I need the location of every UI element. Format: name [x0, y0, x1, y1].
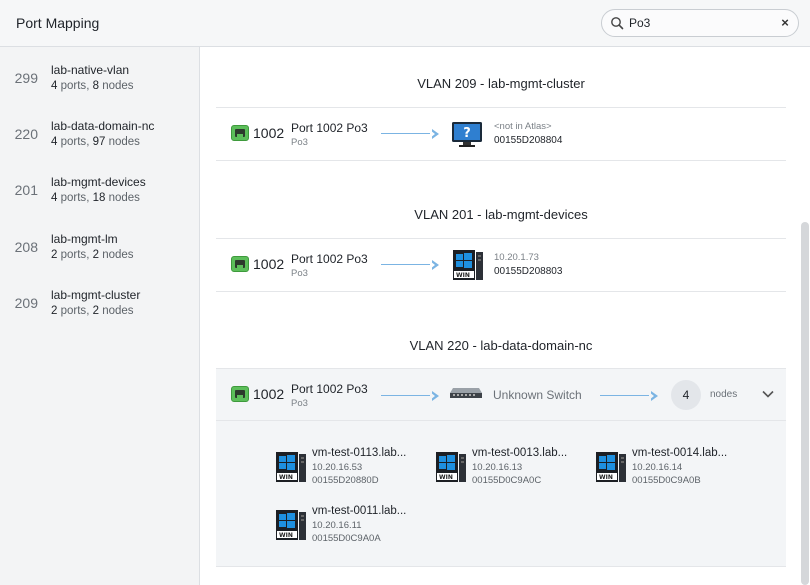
- windows-server-icon: WIN: [276, 510, 306, 540]
- section-title: VLAN 220 - lab-data-domain-nc: [409, 338, 593, 353]
- vlan-name: lab-mgmt-cluster: [51, 288, 141, 302]
- sidebar-item-vlan-209[interactable]: 209 lab-mgmt-cluster 2 ports, 2 nodes: [0, 285, 200, 333]
- vlan-meta: 2 ports, 2 nodes: [51, 249, 134, 261]
- device-ip: 10.20.1.73: [494, 252, 539, 263]
- sidebar-item-vlan-201[interactable]: 201 lab-mgmt-devices 4 ports, 18 nodes: [0, 172, 200, 220]
- chevron-down-icon[interactable]: [761, 387, 775, 401]
- vlan-number: 201: [14, 182, 38, 198]
- sidebar-item-vlan-299[interactable]: 299 lab-native-vlan 4 ports, 8 nodes: [0, 60, 200, 108]
- node-ip: 10.20.16.53: [312, 462, 363, 473]
- node-name: vm-test-0113.lab...: [312, 447, 407, 459]
- svg-text:WIN: WIN: [439, 474, 453, 481]
- port-number: 1002: [253, 125, 285, 141]
- windows-server-icon: WIN: [453, 250, 483, 280]
- vlan-number: 208: [14, 239, 38, 255]
- ethernet-port-icon: [231, 386, 249, 402]
- vlan-meta: 4 ports, 8 nodes: [51, 80, 134, 92]
- port-name: Port 1002 Po3: [291, 252, 368, 266]
- ethernet-port-icon: [231, 125, 249, 141]
- vlan-name: lab-data-domain-nc: [51, 119, 155, 133]
- sidebar-item-vlan-208[interactable]: 208 lab-mgmt-lm 2 ports, 2 nodes: [0, 229, 200, 277]
- node-ip: 10.20.16.11: [312, 520, 362, 531]
- node-mac: 00155D0C9A0A: [312, 533, 381, 544]
- port-number: 1002: [253, 386, 285, 402]
- port-subtitle: Po3: [291, 398, 308, 409]
- vlan-name: lab-mgmt-devices: [51, 175, 146, 189]
- vlan-meta: 4 ports, 97 nodes: [51, 136, 140, 148]
- search-box[interactable]: ×: [601, 9, 799, 37]
- node-item[interactable]: WIN vm-test-0113.lab... 10.20.16.53 0015…: [275, 447, 435, 497]
- port-row-expanded[interactable]: 1002 Port 1002 Po3 Po3 Unknown Switch 4 …: [216, 368, 786, 421]
- node-item[interactable]: WIN vm-test-0011.lab... 10.20.16.11 0015…: [275, 505, 435, 555]
- vlan-meta: 4 ports, 18 nodes: [51, 192, 140, 204]
- ethernet-port-icon: [231, 256, 249, 272]
- nodes-label: nodes: [710, 389, 738, 400]
- windows-server-icon: WIN: [276, 452, 306, 482]
- port-subtitle: Po3: [291, 137, 308, 148]
- vlan-name: lab-native-vlan: [51, 63, 130, 77]
- windows-server-icon: WIN: [436, 452, 466, 482]
- device-mac: 00155D208803: [494, 266, 563, 277]
- device-mac: 00155D208804: [494, 135, 563, 146]
- node-count-badge: 4: [671, 380, 701, 410]
- switch-label: Unknown Switch: [493, 388, 582, 402]
- vlan-number: 299: [14, 70, 38, 86]
- device-status: <not in Atlas>: [494, 121, 552, 132]
- vlan-name: lab-mgmt-lm: [51, 232, 118, 246]
- clear-search-button[interactable]: ×: [778, 15, 792, 31]
- port-number: 1002: [253, 256, 285, 272]
- port-name: Port 1002 Po3: [291, 382, 368, 396]
- vlan-number: 220: [14, 126, 38, 142]
- unknown-device-icon: ?: [452, 122, 482, 147]
- sidebar-item-vlan-220[interactable]: 220 lab-data-domain-nc 4 ports, 97 nodes: [0, 116, 200, 164]
- port-row[interactable]: 1002 Port 1002 Po3 Po3 ? <not in Atlas> …: [216, 107, 786, 161]
- vlan-meta: 2 ports, 2 nodes: [51, 305, 134, 317]
- section-title: VLAN 201 - lab-mgmt-devices: [414, 207, 588, 222]
- node-item[interactable]: WIN vm-test-0013.lab... 10.20.16.13 0015…: [435, 447, 595, 497]
- arrow-right-icon: [600, 391, 658, 401]
- vlan-sidebar: 299 lab-native-vlan 4 ports, 8 nodes 220…: [0, 47, 200, 585]
- node-mac: 00155D0C9A0C: [472, 475, 542, 486]
- node-mac: 00155D0C9A0B: [632, 475, 701, 486]
- svg-text:WIN: WIN: [599, 474, 613, 481]
- app-header: Port Mapping ×: [0, 0, 810, 47]
- port-name: Port 1002 Po3: [291, 121, 368, 135]
- node-list-panel: WIN vm-test-0113.lab... 10.20.16.53 0015…: [216, 421, 786, 567]
- node-name: vm-test-0013.lab...: [472, 447, 568, 459]
- arrow-right-icon: [381, 129, 439, 139]
- node-name: vm-test-0014.lab...: [632, 447, 728, 459]
- page-title: Port Mapping: [16, 15, 100, 31]
- svg-text:WIN: WIN: [456, 272, 470, 279]
- node-mac: 00155D20880D: [312, 475, 379, 486]
- node-ip: 10.20.16.13: [472, 462, 523, 473]
- vlan-number: 209: [14, 295, 38, 311]
- arrow-right-icon: [381, 391, 439, 401]
- main-scrollbar[interactable]: [801, 222, 809, 585]
- search-icon: [611, 17, 624, 30]
- section-title: VLAN 209 - lab-mgmt-cluster: [417, 76, 585, 91]
- port-row[interactable]: 1002 Port 1002 Po3 Po3 WIN 10.20.1.73 00…: [216, 238, 786, 292]
- node-item[interactable]: WIN vm-test-0014.lab... 10.20.16.14 0015…: [595, 447, 755, 497]
- node-ip: 10.20.16.14: [632, 462, 683, 473]
- svg-text:WIN: WIN: [279, 474, 293, 481]
- windows-server-icon: WIN: [596, 452, 626, 482]
- svg-text:WIN: WIN: [279, 532, 293, 539]
- arrow-right-icon: [381, 260, 439, 270]
- svg-text:?: ?: [463, 126, 471, 141]
- node-name: vm-test-0011.lab...: [312, 505, 407, 517]
- switch-icon: [450, 388, 482, 398]
- port-subtitle: Po3: [291, 268, 308, 279]
- search-input[interactable]: [629, 14, 769, 32]
